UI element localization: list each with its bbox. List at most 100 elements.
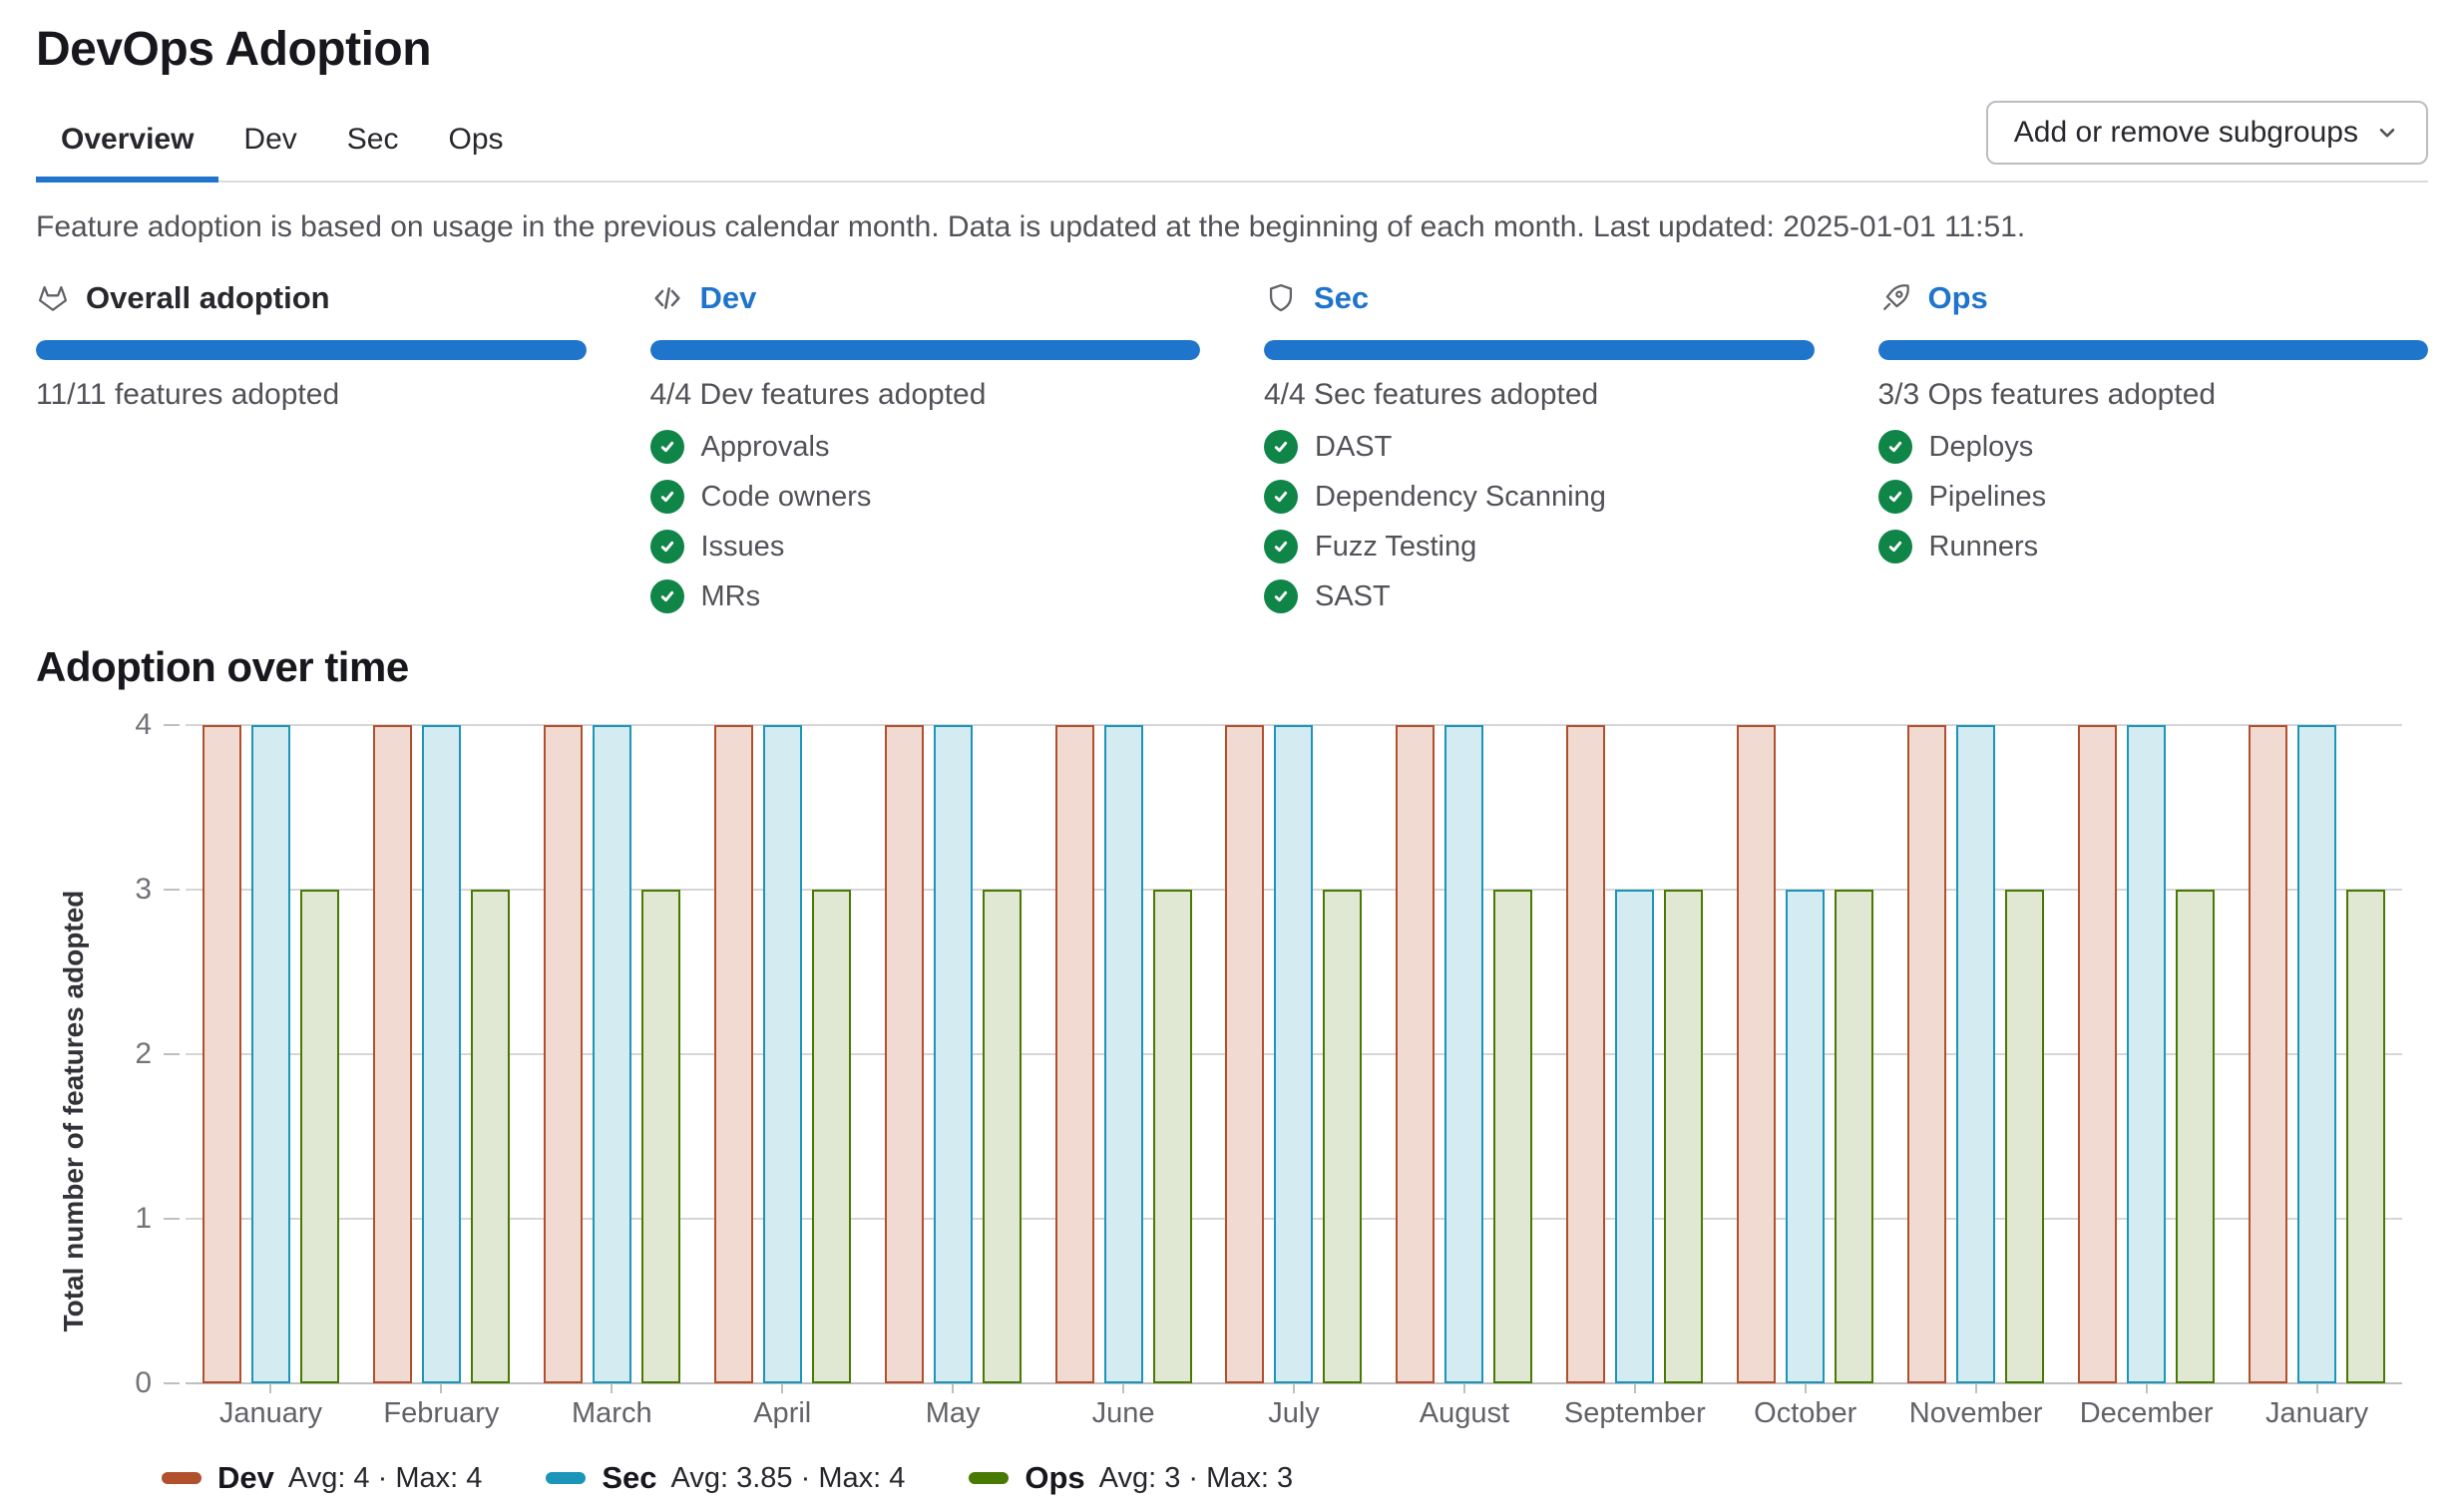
legend-item-sec[interactable]: Sec Avg: 3.85 · Max: 4 — [546, 1460, 905, 1496]
x-axis-tick-mark — [269, 1383, 271, 1393]
feature-item: Code owners — [650, 480, 1201, 514]
adoption-progress-bar — [1878, 340, 2429, 360]
bar-ops-november — [2005, 890, 2044, 1383]
check-circle-icon — [1264, 530, 1298, 564]
check-circle-icon — [1878, 530, 1912, 564]
bar-group-april — [697, 725, 868, 1383]
x-axis-label: June — [1038, 1397, 1209, 1430]
feature-label: Code owners — [701, 481, 872, 514]
bar-sec-august — [1444, 725, 1483, 1383]
adoption-summary: 4/4 Sec features adopted — [1264, 378, 1815, 412]
feature-label: Fuzz Testing — [1315, 531, 1476, 564]
x-axis-label: December — [2061, 1397, 2232, 1430]
x-axis-tick-mark — [440, 1383, 442, 1393]
legend-swatch — [969, 1472, 1009, 1484]
adoption-over-time-chart: Total number of features adopted 01234 J… — [186, 725, 2402, 1496]
legend-swatch — [546, 1472, 586, 1484]
bar-sec-may — [934, 725, 973, 1383]
check-circle-icon — [650, 530, 684, 564]
feature-item: Pipelines — [1878, 480, 2429, 514]
legend-series-stats: Avg: 4 · Max: 4 — [288, 1462, 483, 1495]
x-axis-label: October — [1720, 1397, 1890, 1430]
tab-ops[interactable]: Ops — [423, 107, 528, 183]
feature-item: Approvals — [650, 430, 1201, 464]
legend-item-ops[interactable]: OpsAvg: 3 · Max: 3 — [969, 1460, 1293, 1496]
legend-series-name: Sec — [602, 1460, 656, 1496]
check-circle-icon — [1878, 480, 1912, 514]
bar-group-september — [1549, 725, 1720, 1383]
check-circle-icon — [650, 430, 684, 464]
y-axis-tick-label: 1 — [135, 1202, 152, 1236]
feature-list: DeploysPipelinesRunners — [1878, 430, 2429, 564]
chart-legend: Dev Avg: 4 · Max: 4 Sec Avg: 3.85 · Max: 4 O… — [162, 1460, 2402, 1496]
legend-series-stats: Avg: 3 · Max: 3 — [1099, 1462, 1294, 1495]
bar-sec-march — [593, 725, 631, 1383]
x-axis-label: November — [1890, 1397, 2061, 1430]
bar-sec-december — [2127, 725, 2166, 1383]
y-axis-title: Total number of features adopted — [58, 890, 90, 1331]
x-axis-label: January — [2232, 1397, 2402, 1430]
rocket-icon — [1878, 281, 1912, 315]
check-circle-icon — [650, 480, 684, 514]
legend-series-stats: Avg: 3.85 · Max: 4 — [671, 1462, 906, 1495]
card-header: Sec — [1264, 278, 1815, 318]
adoption-summary: 11/11 features adopted — [36, 378, 587, 412]
tab-sec[interactable]: Sec — [322, 107, 424, 183]
feature-item: Dependency Scanning — [1264, 480, 1815, 514]
adoption-progress-bar — [1264, 340, 1815, 360]
feature-list: ApprovalsCode ownersIssuesMRs — [650, 430, 1201, 613]
y-axis-tick-mark — [164, 724, 180, 726]
feature-label: Runners — [1929, 531, 2039, 564]
bar-dev-june — [1055, 725, 1094, 1383]
bar-group-october — [1720, 725, 1890, 1383]
y-axis-tick-mark — [164, 1382, 180, 1384]
adoption-progress-fill — [1264, 340, 1815, 360]
card-title-dev[interactable]: Dev — [700, 280, 757, 316]
check-circle-icon — [1878, 430, 1912, 464]
feature-label: DAST — [1315, 431, 1392, 464]
bar-dev-august — [1396, 725, 1435, 1383]
update-info-text: Feature adoption is based on usage in th… — [36, 210, 2428, 244]
feature-label: Dependency Scanning — [1315, 481, 1606, 514]
feature-label: Issues — [701, 531, 785, 564]
feature-item: Issues — [650, 530, 1201, 564]
bar-dev-march — [544, 725, 583, 1383]
feature-item: SAST — [1264, 579, 1815, 613]
x-axis-tick-mark — [781, 1383, 783, 1393]
x-axis-tick-mark — [611, 1383, 613, 1393]
legend-item-dev[interactable]: Dev Avg: 4 · Max: 4 — [162, 1460, 482, 1496]
bar-ops-january — [2346, 890, 2385, 1383]
page-title: DevOps Adoption — [36, 22, 2428, 77]
x-axis-tick-mark — [1293, 1383, 1295, 1393]
adoption-progress-fill — [650, 340, 1201, 360]
x-axis-tick-mark — [2316, 1383, 2318, 1393]
adoption-card-ops: Ops3/3 Ops features adoptedDeploysPipeli… — [1878, 278, 2429, 613]
add-remove-subgroups-button[interactable]: Add or remove subgroups — [1986, 101, 2428, 165]
check-circle-icon — [1264, 430, 1298, 464]
shield-icon — [1264, 281, 1298, 315]
card-header: Dev — [650, 278, 1201, 318]
bar-group-january — [186, 725, 356, 1383]
adoption-summary: 4/4 Dev features adopted — [650, 378, 1201, 412]
card-title-ops[interactable]: Ops — [1928, 280, 1988, 316]
y-axis-tick-label: 0 — [135, 1366, 152, 1400]
check-circle-icon — [650, 579, 684, 613]
bar-ops-may — [983, 890, 1022, 1383]
tab-dev[interactable]: Dev — [218, 107, 321, 183]
card-title-overall-adoption: Overall adoption — [86, 280, 330, 316]
card-title-sec[interactable]: Sec — [1314, 280, 1369, 316]
x-axis-tick-mark — [952, 1383, 954, 1393]
adoption-summary: 3/3 Ops features adopted — [1878, 378, 2429, 412]
bar-dev-july — [1225, 725, 1264, 1383]
y-axis-tick-label: 2 — [135, 1037, 152, 1071]
tab-overview[interactable]: Overview — [36, 107, 218, 183]
bar-dev-january — [203, 725, 241, 1383]
legend-series-name: Dev — [217, 1460, 274, 1496]
check-circle-icon — [1264, 579, 1298, 613]
x-axis-label: July — [1209, 1397, 1380, 1430]
bar-groups — [186, 725, 2402, 1383]
x-axis-tick-mark — [2146, 1383, 2148, 1393]
bar-dev-may — [885, 725, 924, 1383]
y-axis-tick-mark — [164, 889, 180, 891]
bar-group-february — [356, 725, 527, 1383]
